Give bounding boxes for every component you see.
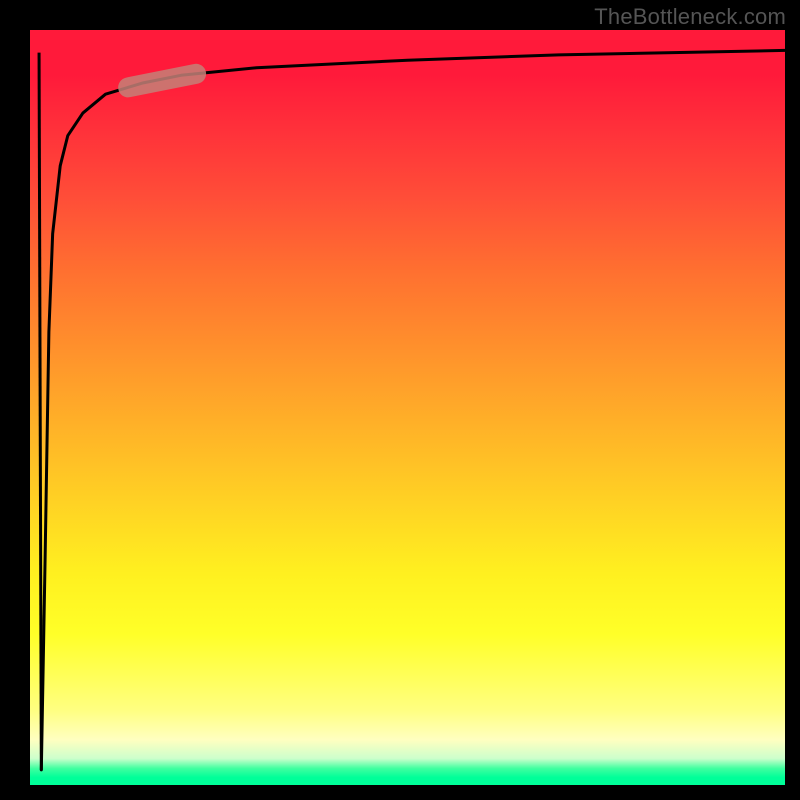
curve-drop-segment (39, 53, 41, 770)
bottleneck-curve (41, 50, 785, 770)
watermark-text: TheBottleneck.com (594, 4, 786, 30)
chart-frame: TheBottleneck.com (0, 0, 800, 800)
curve-group (39, 50, 785, 770)
chart-svg (30, 30, 785, 785)
plot-area (30, 30, 785, 785)
marker-pill (128, 74, 196, 88)
marker-group (128, 74, 196, 88)
